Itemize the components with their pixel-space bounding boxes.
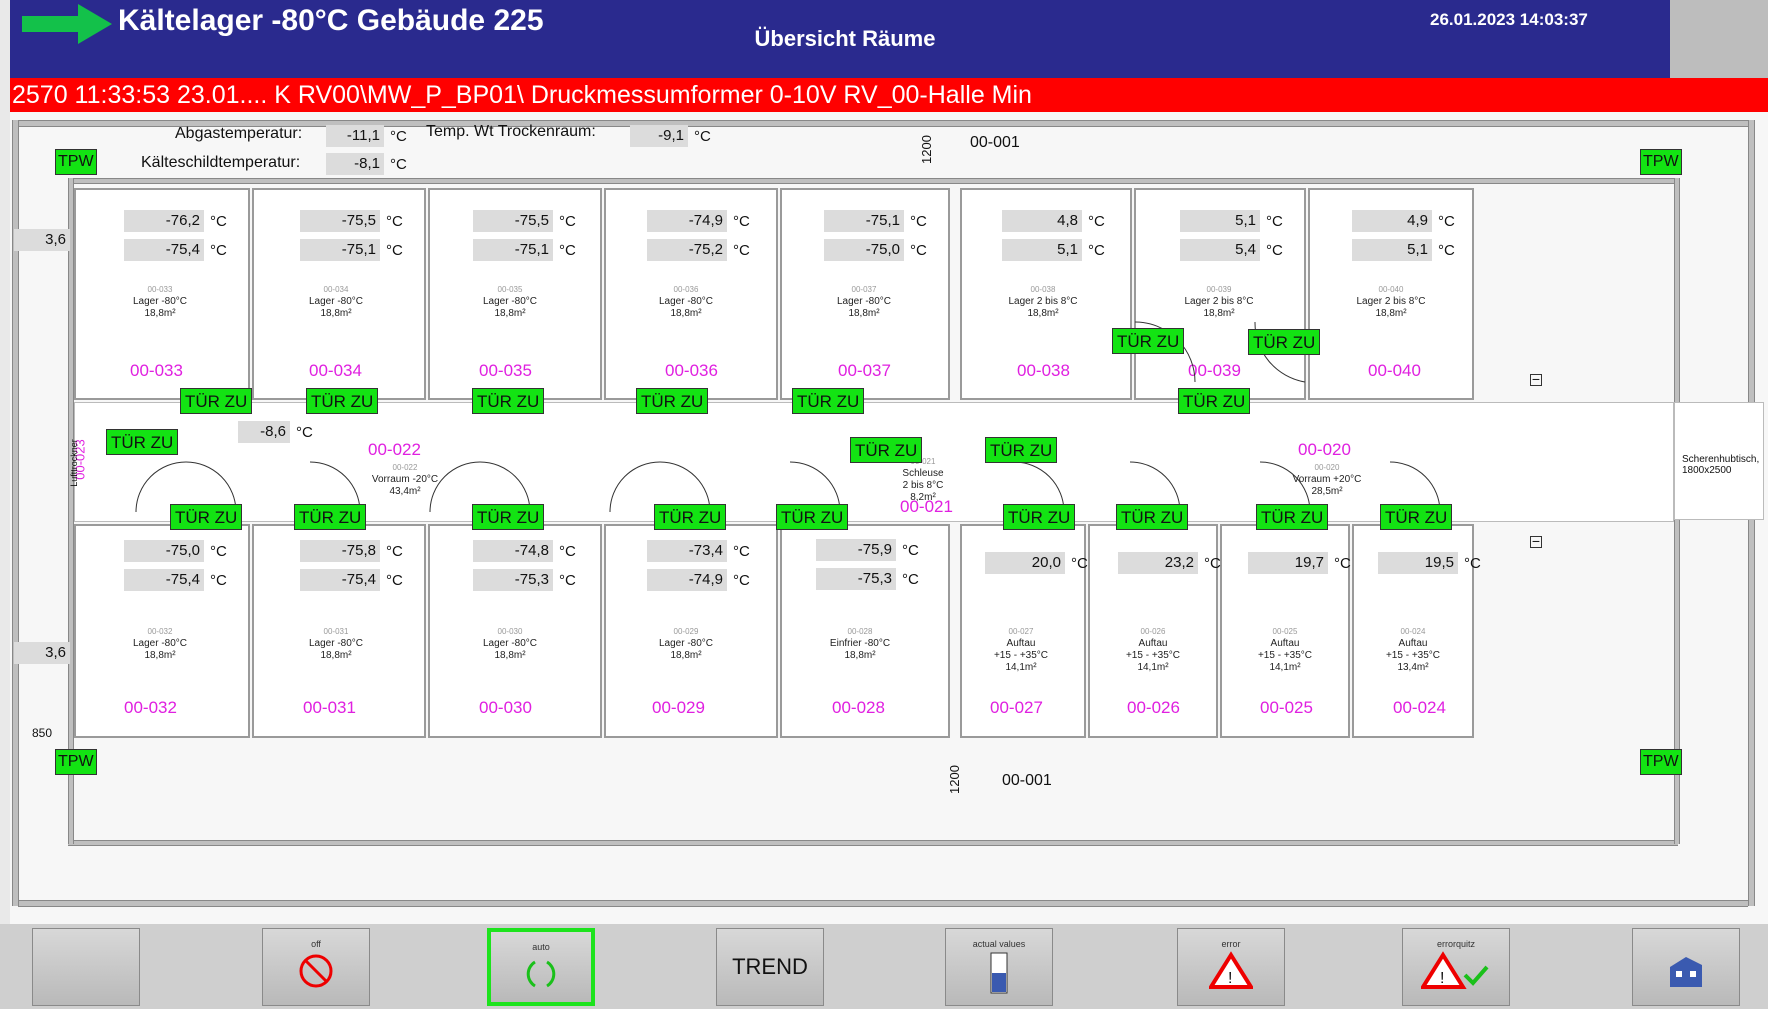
door-status-00-024[interactable]: TÜR ZU bbox=[1380, 504, 1453, 530]
alarm-banner[interactable]: 2570 11:33:53 23.01.... K RV00\MW_P_BP01… bbox=[10, 78, 1768, 112]
svg-text:!: ! bbox=[1440, 970, 1444, 987]
door-status-00-035[interactable]: TÜR ZU bbox=[472, 388, 545, 414]
page-title: Kältelager -80°C Gebäude 225 bbox=[118, 4, 544, 37]
off-button[interactable]: off bbox=[262, 928, 370, 1006]
expand-icon[interactable]: − bbox=[1530, 534, 1542, 548]
prohibited-icon bbox=[299, 954, 333, 988]
door-status-00-038[interactable]: TÜR ZU bbox=[1112, 328, 1185, 354]
button-caption: auto bbox=[532, 942, 550, 952]
door-status-00-027[interactable]: TÜR ZU bbox=[1003, 504, 1076, 530]
door-status-corridor[interactable]: TÜR ZU bbox=[1178, 388, 1251, 414]
building-icon bbox=[1670, 957, 1702, 987]
door-status-00-030[interactable]: TÜR ZU bbox=[472, 504, 545, 530]
error-quit-button[interactable]: errorquitz ! bbox=[1402, 928, 1510, 1006]
door-status-00-026[interactable]: TÜR ZU bbox=[1116, 504, 1189, 530]
door-status-00-037[interactable]: TÜR ZU bbox=[792, 388, 865, 414]
door-status-00-033[interactable]: TÜR ZU bbox=[180, 388, 253, 414]
blank-button[interactable] bbox=[32, 928, 140, 1006]
door-status-00-039[interactable]: TÜR ZU bbox=[1248, 329, 1321, 355]
door-status-00-032[interactable]: TÜR ZU bbox=[170, 504, 243, 530]
door-status-00-023[interactable]: TÜR ZU bbox=[106, 429, 179, 455]
door-status-00-021-b[interactable]: TÜR ZU bbox=[985, 437, 1058, 463]
door-status-00-036[interactable]: TÜR ZU bbox=[636, 388, 709, 414]
svg-text:!: ! bbox=[1228, 970, 1232, 987]
door-swings bbox=[135, 321, 1441, 513]
bar-gauge-icon bbox=[990, 952, 1008, 994]
door-status-00-031[interactable]: TÜR ZU bbox=[294, 504, 367, 530]
datetime: 26.01.2023 14:03:37 bbox=[1430, 10, 1588, 29]
door-status-00-025[interactable]: TÜR ZU bbox=[1256, 504, 1329, 530]
refresh-icon bbox=[526, 960, 556, 988]
button-caption: off bbox=[311, 939, 321, 949]
door-status-00-021-a[interactable]: TÜR ZU bbox=[850, 437, 923, 463]
button-caption: error bbox=[1221, 939, 1241, 949]
button-caption: errorquitz bbox=[1436, 939, 1475, 949]
warning-icon: ! bbox=[1207, 951, 1255, 989]
actual-values-button[interactable]: actual values bbox=[945, 928, 1053, 1006]
floor-plan: Abgastemperatur: -11,1 °C Kälteschildtemp… bbox=[10, 112, 1768, 924]
page-subtitle: Übersicht Räume bbox=[754, 26, 936, 51]
error-button[interactable]: error ! bbox=[1177, 928, 1285, 1006]
header-corner bbox=[1670, 0, 1768, 78]
door-status-00-028[interactable]: TÜR ZU bbox=[776, 504, 849, 530]
trend-button[interactable]: TREND bbox=[716, 928, 824, 1006]
auto-button[interactable]: auto bbox=[487, 928, 595, 1006]
door-status-00-034[interactable]: TÜR ZU bbox=[306, 388, 379, 414]
door-status-00-029[interactable]: TÜR ZU bbox=[654, 504, 727, 530]
green-arrow-icon bbox=[22, 4, 112, 44]
expand-icon[interactable]: − bbox=[1530, 372, 1542, 386]
button-caption: actual values bbox=[972, 939, 1026, 949]
home-button[interactable] bbox=[1632, 928, 1740, 1006]
warning-check-icon: ! bbox=[1419, 951, 1489, 989]
